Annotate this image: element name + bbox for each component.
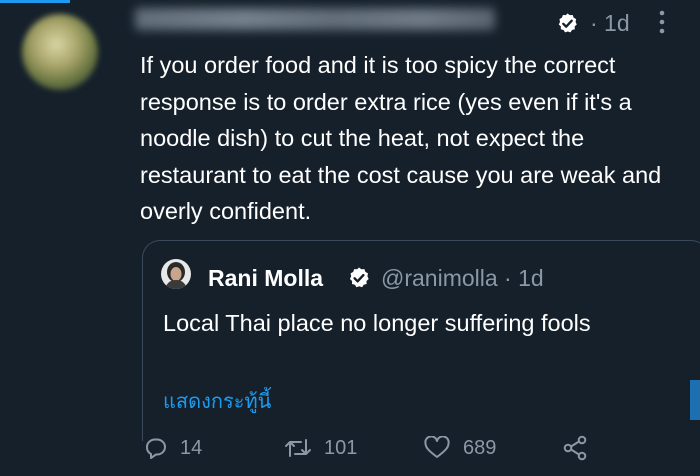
author-name-blurred[interactable] [135,8,495,30]
retweet-count: 101 [324,436,358,459]
like-count: 689 [463,436,497,459]
author-avatar[interactable] [22,14,98,90]
share-icon [563,435,587,461]
like-icon [424,436,450,458]
verified-badge-icon [349,267,369,288]
retweet-icon [285,439,311,457]
quoted-tweet-text: Local Thai place no longer suffering foo… [163,310,591,336]
tweet-actions-bar: 14 101 689 [0,420,700,476]
tweet-timestamp[interactable]: · 1d [590,10,630,37]
more-icon[interactable] [655,8,669,36]
tab-indicator [0,0,70,3]
share-button[interactable] [562,434,588,462]
show-thread-link[interactable]: แสดงกระทู้นี้ [163,385,271,417]
verified-badge-icon [558,13,577,33]
quoted-author-handle[interactable]: @ranimolla · 1d [381,265,544,292]
quoted-tweet-card[interactable]: Rani Molla @ranimolla · 1d Local Thai pl… [142,240,700,441]
retweet-button[interactable]: 101 [284,434,357,462]
like-button[interactable]: 689 [423,434,496,462]
reply-count: 14 [180,436,203,459]
reply-button[interactable]: 14 [144,434,202,462]
quoted-author-name[interactable]: Rani Molla [208,265,323,292]
reply-icon [146,438,166,459]
scrollbar-thumb[interactable] [690,380,700,420]
quoted-author-avatar[interactable] [161,259,191,289]
tweet-text: If you order food and it is too spicy th… [140,52,662,224]
